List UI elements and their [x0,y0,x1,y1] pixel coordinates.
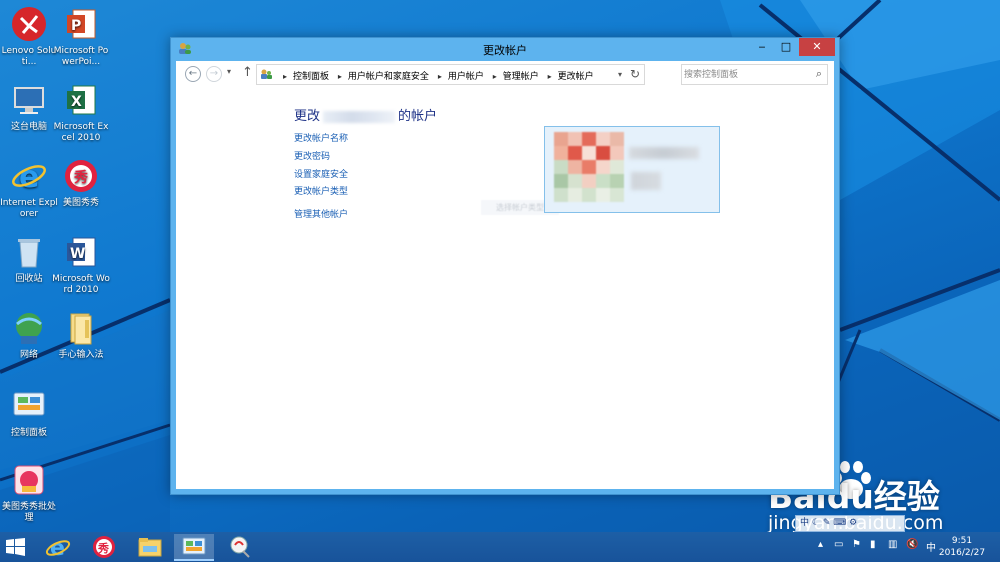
desktop-icon-ie[interactable]: e Internet Explorer [0,158,58,220]
desktop-icon-meitu[interactable]: 秀 美图秀秀 [52,158,110,209]
tray-flag-icon[interactable]: ⚑ [852,539,861,550]
window-title: 更改帐户 [483,44,527,57]
address-bar: ← → ▾ ↑ ▸ 控制面板 ▸ 用户帐户和家庭安全 ▸ 用户帐户 ▸ 管理帐户 ▸ 更改… [176,61,834,89]
folder-icon [63,310,99,346]
search-input[interactable] [684,67,804,82]
powerpoint-icon: P [63,6,99,42]
desktop-icon-ime-folder[interactable]: 手心输入法 [52,310,110,361]
svg-text:秀: 秀 [97,541,109,555]
minimize-button[interactable]: ‒ [751,38,773,56]
tray-show-hidden-icon[interactable]: ▴ [818,539,823,550]
taskbar: e 秀 ▴ ▭ ⚑ ▮ ▥ 🔇 中 9:51 2016/2/27 [0,532,1000,562]
taskbar-ime-settings[interactable] [220,534,260,561]
desktop-icon-excel[interactable]: X Microsoft Excel 2010 [52,82,110,144]
internet-explorer-icon: e [11,158,47,195]
search-icon[interactable]: ⌕ [816,67,822,81]
network-icon [11,310,47,346]
tray-power-icon[interactable]: ▮ [870,539,876,550]
desktop-icon-meitu-batch[interactable]: 美图秀秀批处理 [0,462,58,524]
svg-text:e: e [19,160,39,194]
meitu-batch-icon [11,462,47,498]
manage-other-accounts-link[interactable]: 管理其他帐户 [294,207,348,220]
desktop-icon-word[interactable]: W Microsoft Word 2010 [52,234,110,296]
svg-text:P: P [71,18,81,34]
search-box[interactable]: ⌕ [681,64,828,85]
redacted-account-name [323,110,396,123]
breadcrumb-item-manage-accounts[interactable]: 管理帐户 [503,72,539,82]
svg-text:e: e [50,536,65,560]
svg-text:X: X [71,94,82,110]
recent-locations-chevron-icon[interactable]: ▾ [227,67,231,76]
windows-start-icon[interactable] [6,538,26,556]
breadcrumb[interactable]: ▸ 控制面板 ▸ 用户帐户和家庭安全 ▸ 用户帐户 ▸ 管理帐户 ▸ 更改帐户 ▾ ↻ [256,64,645,85]
control-panel-small-icon [261,69,272,79]
ime-settings-icon [230,536,250,558]
clock-date: 2016/2/27 [938,548,986,558]
account-card [544,126,720,213]
clock-time: 9:51 [951,536,973,546]
lenovo-solution-icon [11,6,47,42]
this-pc-icon [11,82,47,118]
word-icon: W [63,234,99,270]
title-bar[interactable]: 更改帐户 ‒ □ ✕ [171,38,839,60]
meitu-xiuxiu-icon: 秀 [93,536,115,558]
page-title: 更改 的帐户 [294,109,438,124]
change-account-type-link[interactable]: 更改帐户类型 [294,184,348,197]
desktop-icon-network[interactable]: 网络 [0,310,58,361]
breadcrumb-separator: ▸ [283,72,288,81]
breadcrumb-separator: ▸ [437,72,442,81]
refresh-icon[interactable]: ↻ [630,67,640,81]
excel-icon: X [63,82,99,118]
svg-text:W: W [70,246,85,262]
ime-tool-icons: ☾ ✎ ⌨ ⚙ [811,518,858,528]
taskbar-file-explorer[interactable] [130,534,170,561]
main-content: 更改 的帐户 更改帐户名称 更改密码 设置家庭安全 更改帐户类型 管理其他帐户 选… [176,89,834,489]
change-account-window: 更改帐户 ‒ □ ✕ ← → ▾ ↑ ▸ 控制面板 ▸ 用户帐户和家庭安全 ▸ 用户帐… [170,37,840,495]
desktop-icon-lenovo[interactable]: Lenovo Soluti... [0,6,58,68]
close-button[interactable]: ✕ [799,38,835,56]
breadcrumb-item-control-panel[interactable]: 控制面板 [293,72,329,82]
desktop-icon-powerpoint[interactable]: P Microsoft PowerPoi... [52,6,110,68]
tray-input-icon[interactable]: ▭ [834,539,843,550]
redacted-account-name-label [629,147,699,159]
forward-button[interactable]: → [206,66,222,82]
tray-network-icon[interactable]: ▥ [888,539,897,550]
breadcrumb-item-user-accounts[interactable]: 用户帐户 [448,72,484,82]
control-panel-icon [11,388,47,424]
meitu-xiuxiu-icon: 秀 [63,158,99,194]
ime-mode-label: 中 [800,518,810,528]
account-avatar [554,132,624,204]
control-panel-icon [182,537,206,555]
breadcrumb-item-change-account[interactable]: 更改帐户 [558,72,594,82]
breadcrumb-items: ▸ 控制面板 ▸ 用户帐户和家庭安全 ▸ 用户帐户 ▸ 管理帐户 ▸ 更改帐户 [277,69,594,82]
desktop-icon-control-panel[interactable]: 控制面板 [0,388,58,439]
redacted-account-type-label [631,172,661,190]
address-dropdown-chevron-icon[interactable]: ▾ [618,70,622,79]
tray-volume-muted-icon[interactable]: 🔇 [906,539,918,550]
breadcrumb-separator: ▸ [492,72,497,81]
taskbar-control-panel[interactable] [174,534,214,561]
desktop-icon-recycle-bin[interactable]: 回收站 [0,234,58,285]
ime-toolbar[interactable]: 中 ☾ ✎ ⌨ ⚙ [795,515,905,532]
change-password-link[interactable]: 更改密码 [294,149,330,162]
desktop-icon-this-pc[interactable]: 这台电脑 [0,82,58,133]
maximize-button[interactable]: □ [775,38,797,56]
breadcrumb-separator: ▸ [337,72,342,81]
internet-explorer-icon: e [45,536,71,561]
recycle-bin-icon [11,234,47,270]
change-account-name-link[interactable]: 更改帐户名称 [294,131,348,144]
taskbar-clock[interactable]: 9:51 2016/2/27 [932,535,992,559]
back-button[interactable]: ← [185,66,201,82]
breadcrumb-separator: ▸ [547,72,552,81]
breadcrumb-item-user-accounts-family[interactable]: 用户帐户和家庭安全 [348,72,429,82]
svg-text:秀: 秀 [73,169,89,186]
file-explorer-icon [138,538,162,557]
taskbar-ie[interactable]: e [38,534,78,561]
taskbar-meitu[interactable]: 秀 [84,534,124,561]
up-arrow-icon[interactable]: ↑ [242,65,253,80]
set-family-safety-link[interactable]: 设置家庭安全 [294,167,348,180]
